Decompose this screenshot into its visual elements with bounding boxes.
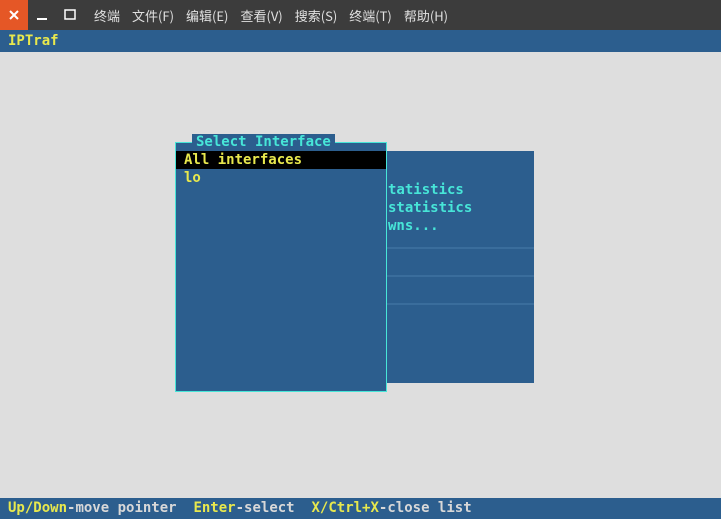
- divider: [384, 247, 534, 249]
- minimize-window-button[interactable]: [28, 0, 56, 30]
- maximize-window-button[interactable]: [56, 0, 84, 30]
- bg-line: tatistics: [388, 181, 534, 199]
- app-menubar: 终端 文件(F) 编辑(E) 查看(V) 搜索(S) 终端(T) 帮助(H): [94, 0, 448, 30]
- menu-search[interactable]: 搜索(S): [295, 6, 338, 25]
- menu-file[interactable]: 文件(F): [132, 6, 174, 25]
- app-title: IPTraf: [0, 30, 721, 52]
- status-desc: -select: [236, 500, 295, 516]
- interface-list[interactable]: All interfaces lo: [176, 151, 386, 187]
- divider: [384, 303, 534, 305]
- interface-item-lo[interactable]: lo: [176, 169, 386, 187]
- close-icon: [8, 9, 20, 21]
- bg-line: statistics: [388, 199, 534, 217]
- close-window-button[interactable]: [0, 0, 28, 30]
- menu-help[interactable]: 帮助(H): [404, 6, 448, 25]
- status-desc: -move pointer: [67, 500, 177, 516]
- status-desc: -close list: [379, 500, 472, 516]
- menu-edit[interactable]: 编辑(E): [186, 6, 228, 25]
- background-menu-panel: tatistics statistics wns...: [384, 151, 534, 383]
- status-key-close: X/Ctrl+X: [311, 500, 378, 516]
- divider: [384, 275, 534, 277]
- status-key-enter: Enter: [193, 500, 235, 516]
- menu-terminal2[interactable]: 终端(T): [349, 6, 392, 25]
- menu-view[interactable]: 查看(V): [240, 6, 282, 25]
- status-bar: Up/Down-move pointer Enter-select X/Ctrl…: [0, 498, 721, 519]
- status-key-updown: Up/Down: [8, 500, 67, 516]
- select-interface-panel: Select Interface All interfaces lo: [175, 142, 387, 392]
- menu-terminal[interactable]: 终端: [94, 6, 120, 25]
- interface-item-all[interactable]: All interfaces: [176, 151, 386, 169]
- bg-line: wns...: [388, 217, 534, 235]
- minimize-icon: [35, 8, 49, 22]
- maximize-icon: [63, 8, 77, 22]
- window-titlebar: 终端 文件(F) 编辑(E) 查看(V) 搜索(S) 终端(T) 帮助(H): [0, 0, 721, 30]
- terminal-body: tatistics statistics wns... Select Inter…: [0, 52, 721, 498]
- select-interface-title: Select Interface: [192, 134, 335, 150]
- background-menu-text: tatistics statistics wns...: [384, 181, 534, 235]
